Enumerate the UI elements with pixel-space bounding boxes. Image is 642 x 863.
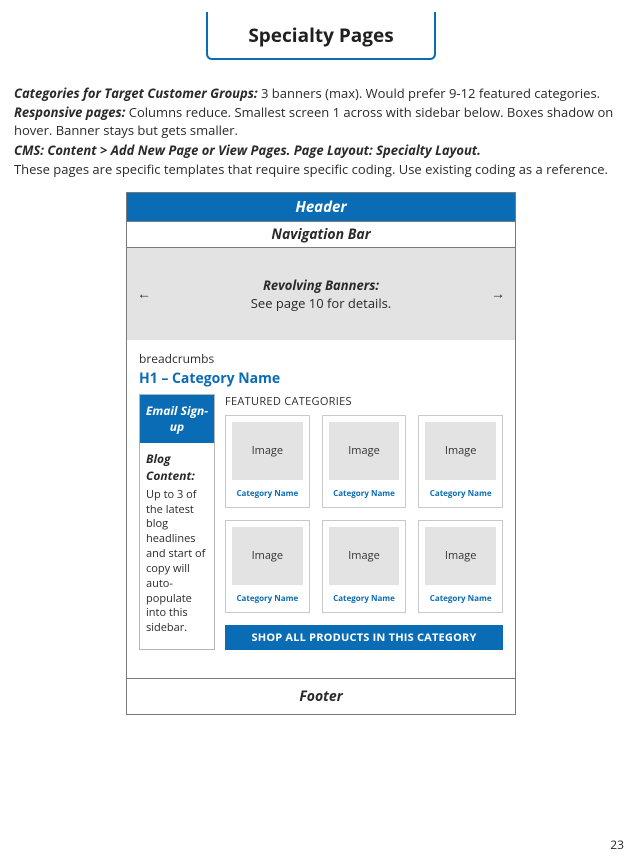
category-image-placeholder: Image: [425, 422, 496, 480]
mock-nav: Navigation Bar: [127, 221, 515, 248]
page-number: 23: [610, 836, 624, 853]
category-name: Category Name: [333, 488, 395, 499]
intro-line3: CMS: Content > Add New Page or View Page…: [14, 141, 481, 159]
category-grid: Image Category Name Image Category Name …: [225, 415, 503, 613]
mock-banner: ← Revolving Banners: See page 10 for det…: [127, 248, 515, 340]
blog-content-title: Blog Content:: [140, 443, 214, 485]
blog-content-body: Up to 3 of the latest blog headlines and…: [140, 486, 214, 642]
intro-line1-rest: 3 banners (max). Would prefer 9-12 featu…: [258, 84, 600, 102]
category-name: Category Name: [430, 593, 492, 604]
category-name: Category Name: [333, 593, 395, 604]
intro-line1-label: Categories for Target Customer Groups:: [14, 84, 258, 102]
banner-title: Revolving Banners:: [263, 276, 379, 294]
category-card[interactable]: Image Category Name: [225, 520, 310, 613]
category-image-placeholder: Image: [329, 527, 400, 585]
mock-main: FEATURED CATEGORIES Image Category Name …: [225, 394, 503, 650]
category-card[interactable]: Image Category Name: [322, 415, 407, 508]
banner-prev-icon[interactable]: ←: [137, 284, 151, 303]
category-image-placeholder: Image: [232, 422, 303, 480]
breadcrumb: breadcrumbs: [139, 350, 503, 367]
category-card[interactable]: Image Category Name: [225, 415, 310, 508]
mock-footer: Footer: [127, 679, 515, 714]
intro-line4: These pages are specific templates that …: [14, 160, 628, 178]
category-name: Category Name: [430, 488, 492, 499]
mockup-frame: Header Navigation Bar ← Revolving Banner…: [126, 192, 516, 715]
intro-block: Categories for Target Customer Groups: 3…: [14, 84, 628, 178]
mock-sidebar: Email Sign-up Blog Content: Up to 3 of t…: [139, 394, 215, 650]
banner-subtitle: See page 10 for details.: [251, 294, 391, 312]
mock-content: breadcrumbs H1 – Category Name Email Sig…: [127, 340, 515, 679]
category-image-placeholder: Image: [232, 527, 303, 585]
page-title-tab: Specialty Pages: [206, 12, 436, 60]
category-card[interactable]: Image Category Name: [418, 520, 503, 613]
category-card[interactable]: Image Category Name: [418, 415, 503, 508]
mock-h1: H1 – Category Name: [139, 369, 503, 388]
email-signup-button[interactable]: Email Sign-up: [140, 395, 214, 443]
featured-categories-label: FEATURED CATEGORIES: [225, 394, 503, 409]
page-title: Specialty Pages: [248, 22, 393, 48]
category-image-placeholder: Image: [425, 527, 496, 585]
mock-header: Header: [127, 193, 515, 221]
category-name: Category Name: [236, 593, 298, 604]
category-image-placeholder: Image: [329, 422, 400, 480]
shop-all-button[interactable]: SHOP ALL PRODUCTS IN THIS CATEGORY: [225, 625, 503, 650]
banner-next-icon[interactable]: →: [491, 284, 505, 303]
intro-line2-label: Responsive pages:: [14, 103, 125, 121]
category-name: Category Name: [236, 488, 298, 499]
category-card[interactable]: Image Category Name: [322, 520, 407, 613]
